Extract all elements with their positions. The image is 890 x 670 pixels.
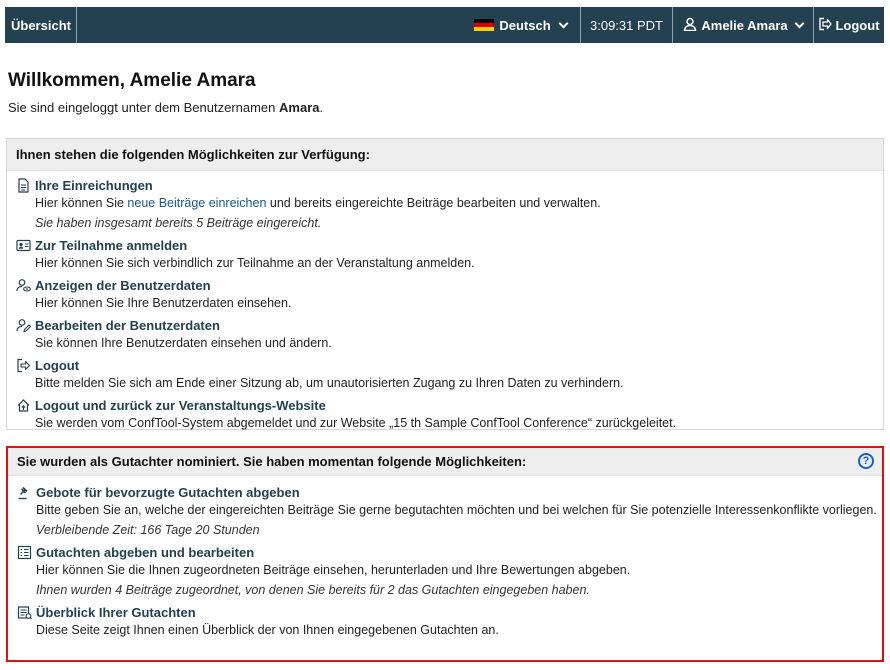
option-logout: Logout Bitte melden Sie sich am Ende ein… [15, 356, 883, 392]
submissions-description: Hier können Sie neue Beiträge einreichen… [15, 195, 883, 212]
nav-overview-label: Übersicht [11, 17, 71, 33]
option-submissions: Ihre Einreichungen Hier können Sie neue … [15, 176, 883, 232]
reviews-description: Hier können Sie die Ihnen zugeordneten B… [36, 563, 631, 577]
top-navigation-bar: Übersicht Deutsch 3:09:31 PDT Amelie Ama… [5, 7, 884, 43]
options-panel: Ihnen stehen die folgenden Möglichkeiten… [6, 138, 884, 430]
logout-website-link[interactable]: Logout und zurück zur Veranstaltungs-Web… [15, 396, 883, 415]
language-label: Deutsch [499, 17, 551, 33]
chevron-down-icon [558, 18, 569, 28]
registration-title: Zur Teilnahme anmelden [35, 238, 188, 253]
reviewer-heading-text: Sie wurden als Gutachter nominiert. Sie … [17, 454, 527, 469]
view-userdata-description: Hier können Sie Ihre Benutzerdaten einse… [35, 296, 292, 310]
document-icon [15, 178, 31, 194]
user-menu[interactable]: Amelie Amara [673, 7, 814, 43]
id-card-icon [15, 238, 31, 254]
submissions-desc-suffix: und bereits eingereichte Beiträge bearbe… [266, 196, 601, 210]
bidding-description: Bitte geben Sie an, welche der eingereic… [36, 503, 877, 517]
bidding-link[interactable]: Gebote für bevorzugte Gutachten abgeben [16, 483, 882, 502]
edit-userdata-title: Bearbeiten der Benutzerdaten [35, 318, 220, 333]
edit-userdata-description: Sie können Ihre Benutzerdaten einsehen u… [35, 336, 332, 350]
registration-description: Hier können Sie sich verbindlich zur Tei… [35, 256, 475, 270]
nav-logout-button[interactable]: Logout [814, 7, 884, 43]
home-exit-icon [15, 398, 31, 414]
reviewer-panel-heading: Sie wurden als Gutachter nominiert. Sie … [8, 448, 882, 476]
user-view-icon [15, 278, 31, 294]
server-time-text: 3:09:31 PDT [590, 17, 663, 33]
option-registration: Zur Teilnahme anmelden Hier können Sie s… [15, 236, 883, 272]
login-info: Sie sind eingeloggt unter dem Benutzerna… [8, 100, 323, 115]
logout-icon [818, 17, 833, 34]
registration-link[interactable]: Zur Teilnahme anmelden [15, 236, 883, 255]
option-view-userdata: Anzeigen der Benutzerdaten Hier können S… [15, 276, 883, 312]
reviews-title: Gutachten abgeben und bearbeiten [36, 545, 255, 560]
option-reviews: Gutachten abgeben und bearbeiten Hier kö… [16, 543, 882, 599]
new-submission-link[interactable]: neue Beiträge einreichen [127, 196, 266, 210]
chevron-down-icon [794, 18, 805, 28]
view-userdata-title: Anzeigen der Benutzerdaten [35, 278, 211, 293]
view-userdata-link[interactable]: Anzeigen der Benutzerdaten [15, 276, 883, 295]
logout-website-description: Sie werden vom ConfTool-System abgemelde… [35, 416, 677, 430]
review-overview-link[interactable]: Überblick Ihrer Gutachten [16, 603, 882, 622]
bidding-title: Gebote für bevorzugte Gutachten abgeben [36, 485, 300, 500]
option-bidding: Gebote für bevorzugte Gutachten abgeben … [16, 483, 882, 539]
reviews-note: Ihnen wurden 4 Beiträge zugeordnet, von … [36, 583, 590, 597]
nav-overview-link[interactable]: Übersicht [5, 7, 77, 43]
options-panel-heading: Ihnen stehen die folgenden Möglichkeiten… [7, 139, 883, 171]
user-icon [683, 17, 697, 34]
review-overview-title: Überblick Ihrer Gutachten [36, 605, 196, 620]
submissions-desc-prefix: Hier können Sie [35, 196, 128, 210]
review-overview-icon [16, 605, 32, 621]
option-logout-website: Logout und zurück zur Veranstaltungs-Web… [15, 396, 883, 432]
login-info-suffix: . [319, 100, 324, 115]
edit-userdata-link[interactable]: Bearbeiten der Benutzerdaten [15, 316, 883, 335]
option-review-overview: Überblick Ihrer Gutachten Diese Seite ze… [16, 603, 882, 639]
review-overview-description: Diese Seite zeigt Ihnen einen Überblick … [36, 623, 499, 637]
help-icon[interactable]: ? [858, 453, 874, 469]
option-edit-userdata: Bearbeiten der Benutzerdaten Sie können … [15, 316, 883, 352]
logout-icon [15, 358, 31, 374]
page-title: Willkommen, Amelie Amara [8, 70, 256, 91]
server-time: 3:09:31 PDT [581, 7, 673, 43]
logout-title: Logout [35, 358, 80, 373]
login-username: Amara [279, 100, 320, 115]
reviews-link[interactable]: Gutachten abgeben und bearbeiten [16, 543, 882, 562]
gavel-icon [16, 485, 32, 501]
login-info-prefix: Sie sind eingeloggt unter dem Benutzerna… [8, 100, 280, 115]
reviewer-panel: Sie wurden als Gutachter nominiert. Sie … [6, 446, 884, 662]
user-menu-label: Amelie Amara [701, 17, 788, 33]
logout-description: Bitte melden Sie sich am Ende einer Sitz… [35, 376, 624, 390]
user-edit-icon [15, 318, 31, 334]
german-flag-icon [474, 18, 495, 32]
submissions-title: Ihre Einreichungen [35, 178, 153, 193]
submissions-note: Sie haben insgesamt bereits 5 Beiträge e… [35, 216, 322, 230]
language-selector[interactable]: Deutsch [461, 7, 581, 43]
logout-link[interactable]: Logout [15, 356, 883, 375]
bidding-note: Verbleibende Zeit: 166 Tage 20 Stunden [36, 523, 260, 537]
logout-website-title: Logout und zurück zur Veranstaltungs-Web… [35, 398, 326, 413]
checklist-icon [16, 545, 32, 561]
submissions-link[interactable]: Ihre Einreichungen [15, 176, 883, 195]
nav-logout-label: Logout [835, 17, 880, 33]
